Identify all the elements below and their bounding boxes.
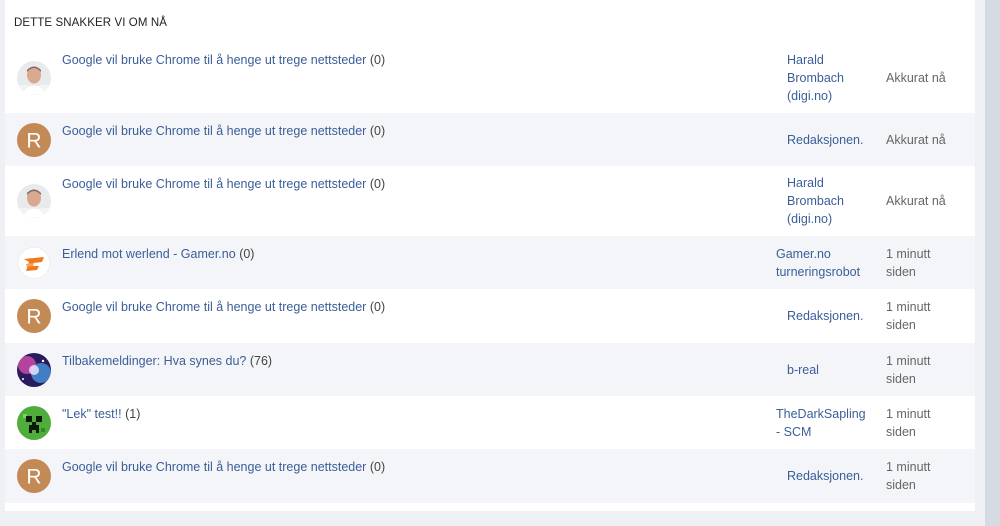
time-line: Akkurat nå	[886, 71, 946, 85]
topic-title-link[interactable]: Google vil bruke Chrome til å henge ut t…	[62, 300, 366, 314]
section-heading: DETTE SNAKKER VI OM NÅ	[14, 17, 168, 29]
topic-row: R Google vil bruke Chrome til å henge ut …	[5, 113, 975, 166]
post-time: Akkurat nå	[886, 69, 946, 87]
author-link[interactable]: Redaksjonen.	[787, 467, 863, 485]
topic-title-line: Google vil bruke Chrome til å henge ut t…	[62, 53, 385, 67]
time-line: siden	[886, 372, 916, 386]
time-line: Akkurat nå	[886, 133, 946, 147]
reply-count: (76)	[249, 354, 273, 368]
topic-title-line: Google vil bruke Chrome til å henge ut t…	[62, 460, 385, 474]
reply-count: (1)	[125, 407, 141, 421]
post-time: 1 minutt siden	[886, 298, 930, 334]
author-line: (digi.no)	[787, 89, 833, 103]
topic-title-link[interactable]: Google vil bruke Chrome til å henge ut t…	[62, 177, 366, 191]
topic-title-link[interactable]: Google vil bruke Chrome til å henge ut t…	[62, 53, 366, 67]
time-line: siden	[886, 478, 916, 492]
topic-row: Tilbakemeldinger: Hva synes du? (76) b-re…	[5, 343, 975, 396]
trending-panel: DETTE SNAKKER VI OM NÅ Google vil bruke …	[5, 0, 975, 511]
topic-row: "Lek" test!! (1) TheDarkSapling - SCM 1 min…	[5, 396, 975, 449]
author-line: Harald	[787, 176, 824, 190]
topic-title-link[interactable]: Erlend mot werlend - Gamer.no	[62, 247, 236, 261]
author-line: (digi.no)	[787, 212, 833, 226]
avatar[interactable]	[17, 353, 51, 387]
time-line: 1 minutt	[886, 460, 931, 474]
avatar[interactable]: R	[17, 299, 51, 333]
author-link[interactable]: Redaksjonen.	[787, 307, 863, 325]
topic-title-link[interactable]: Google vil bruke Chrome til å henge ut t…	[62, 124, 366, 138]
topic-title-link[interactable]: Google vil bruke Chrome til å henge ut t…	[62, 460, 366, 474]
author-line: Redaksjonen.	[787, 309, 864, 323]
post-time: 1 minutt siden	[886, 245, 930, 281]
svg-text:R: R	[26, 306, 41, 329]
author-link[interactable]: Harald Brombach (digi.no)	[787, 51, 844, 105]
reply-count: (0)	[239, 247, 255, 261]
reply-count: (0)	[369, 124, 386, 138]
author-link[interactable]: Redaksjonen.	[787, 131, 863, 149]
topic-title-line: Google vil bruke Chrome til å henge ut t…	[62, 177, 385, 191]
reply-count: (0)	[369, 177, 386, 191]
post-time: 1 minutt siden	[886, 458, 930, 494]
topic-row: Google vil bruke Chrome til å henge ut t…	[5, 166, 975, 236]
svg-text:R: R	[26, 466, 41, 489]
post-time: Akkurat nå	[886, 192, 946, 210]
topic-title-link[interactable]: "Lek" test!!	[62, 407, 122, 421]
reply-count: (0)	[369, 53, 386, 67]
author-line: Brombach	[787, 194, 844, 208]
time-line: siden	[886, 425, 916, 439]
author-line: Redaksjonen.	[787, 133, 864, 147]
avatar[interactable]	[17, 184, 51, 218]
avatar[interactable]: R	[17, 459, 51, 493]
topic-title-line: Tilbakemeldinger: Hva synes du? (76)	[62, 354, 272, 368]
author-link[interactable]: TheDarkSapling - SCM	[776, 405, 866, 441]
topic-title-line: Google vil bruke Chrome til å henge ut t…	[62, 124, 385, 138]
author-line: b-real	[787, 363, 819, 377]
time-line: siden	[886, 265, 916, 279]
time-line: 1 minutt	[886, 407, 931, 421]
avatar[interactable]	[17, 406, 51, 440]
author-link[interactable]: b-real	[787, 361, 819, 379]
avatar[interactable]: R	[17, 123, 51, 157]
post-time: Akkurat nå	[886, 131, 946, 149]
reply-count: (0)	[369, 300, 386, 314]
topic-title-line: "Lek" test!! (1)	[62, 407, 140, 421]
author-line: TheDarkSapling	[776, 407, 866, 421]
author-link[interactable]: Gamer.no turneringsrobot	[776, 245, 860, 281]
scrollbar-track[interactable]	[985, 0, 1000, 526]
author-link[interactable]: Harald Brombach (digi.no)	[787, 174, 844, 228]
topic-row: Google vil bruke Chrome til å henge ut t…	[5, 42, 975, 113]
avatar[interactable]	[17, 246, 51, 280]
time-line: 1 minutt	[886, 300, 931, 314]
svg-text:R: R	[26, 130, 41, 153]
time-line: 1 minutt	[886, 247, 931, 261]
topic-row: R Google vil bruke Chrome til å henge ut …	[5, 449, 975, 503]
author-line: - SCM	[776, 425, 812, 439]
reply-count: (0)	[369, 460, 386, 474]
author-line: turneringsrobot	[776, 265, 861, 279]
topic-list: Google vil bruke Chrome til å henge ut t…	[5, 42, 975, 503]
avatar[interactable]	[17, 61, 51, 95]
time-line: Akkurat nå	[886, 194, 946, 208]
topic-title-line: Erlend mot werlend - Gamer.no (0)	[62, 247, 254, 261]
time-line: siden	[886, 318, 916, 332]
topic-title-link[interactable]: Tilbakemeldinger: Hva synes du?	[62, 354, 246, 368]
topic-title-line: Google vil bruke Chrome til å henge ut t…	[62, 300, 385, 314]
author-line: Brombach	[787, 71, 844, 85]
post-time: 1 minutt siden	[886, 405, 930, 441]
author-line: Gamer.no	[776, 247, 831, 261]
author-line: Redaksjonen.	[787, 469, 864, 483]
post-time: 1 minutt siden	[886, 352, 930, 388]
time-line: 1 minutt	[886, 354, 931, 368]
topic-row: R Google vil bruke Chrome til å henge ut …	[5, 289, 975, 343]
topic-row: Erlend mot werlend - Gamer.no (0) Gamer.n…	[5, 236, 975, 289]
author-line: Harald	[787, 53, 824, 67]
